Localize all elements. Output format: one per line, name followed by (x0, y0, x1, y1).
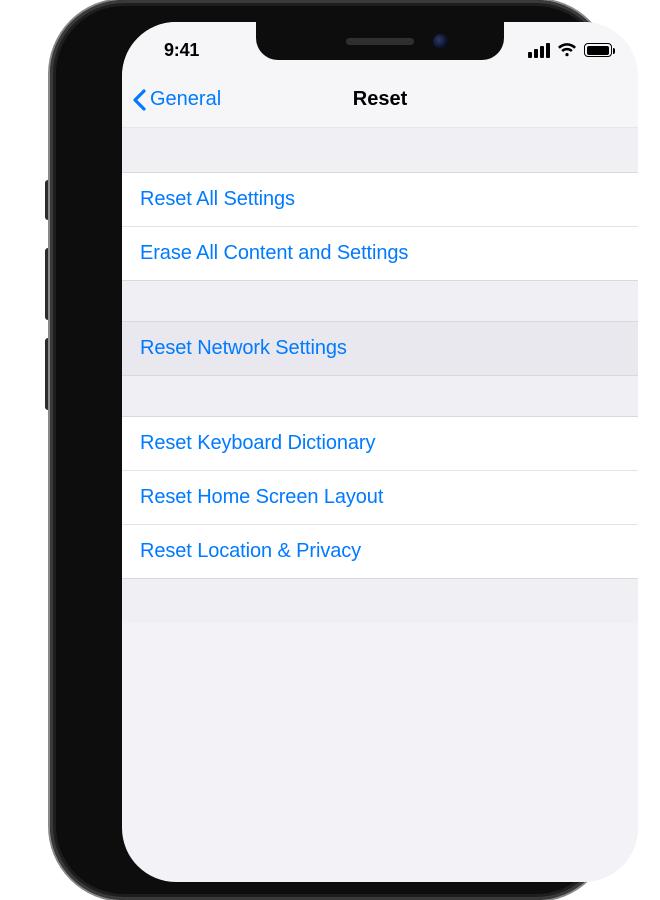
front-camera (433, 34, 448, 49)
device-body: 9:41 (50, 0, 610, 900)
screen: 9:41 (122, 22, 638, 882)
reset-location-privacy-row[interactable]: Reset Location & Privacy (122, 524, 638, 578)
list-group-1: Reset All Settings Erase All Content and… (122, 172, 638, 281)
list-group-3: Reset Keyboard Dictionary Reset Home Scr… (122, 416, 638, 579)
battery-icon (584, 43, 612, 57)
reset-keyboard-dictionary-row[interactable]: Reset Keyboard Dictionary (122, 417, 638, 470)
page-title: Reset (353, 88, 407, 111)
section-gap (122, 128, 638, 172)
status-indicators (528, 37, 612, 58)
wifi-icon (557, 43, 577, 58)
list-item-label: Reset Network Settings (140, 337, 347, 359)
erase-all-content-row[interactable]: Erase All Content and Settings (122, 226, 638, 280)
status-time: 9:41 (154, 34, 199, 61)
list-item-label: Reset Location & Privacy (140, 540, 361, 562)
speaker-grille (346, 38, 414, 45)
reset-network-settings-row[interactable]: Reset Network Settings (122, 322, 638, 375)
content-scroll[interactable]: Reset All Settings Erase All Content and… (122, 128, 638, 623)
notch (256, 22, 504, 60)
reset-home-screen-layout-row[interactable]: Reset Home Screen Layout (122, 470, 638, 524)
list-item-label: Reset Keyboard Dictionary (140, 432, 375, 454)
list-group-2: Reset Network Settings (122, 321, 638, 376)
section-gap (122, 281, 638, 321)
section-gap (122, 376, 638, 416)
navigation-bar: General Reset (122, 72, 638, 128)
back-label: General (150, 88, 221, 111)
reset-all-settings-row[interactable]: Reset All Settings (122, 173, 638, 226)
phone-frame: 9:41 (0, 0, 660, 732)
section-gap (122, 579, 638, 623)
cellular-signal-icon (528, 43, 550, 58)
list-item-label: Reset Home Screen Layout (140, 486, 383, 508)
list-item-label: Reset All Settings (140, 188, 295, 210)
list-item-label: Erase All Content and Settings (140, 242, 408, 264)
back-button[interactable]: General (132, 88, 353, 111)
chevron-left-icon (132, 89, 146, 111)
